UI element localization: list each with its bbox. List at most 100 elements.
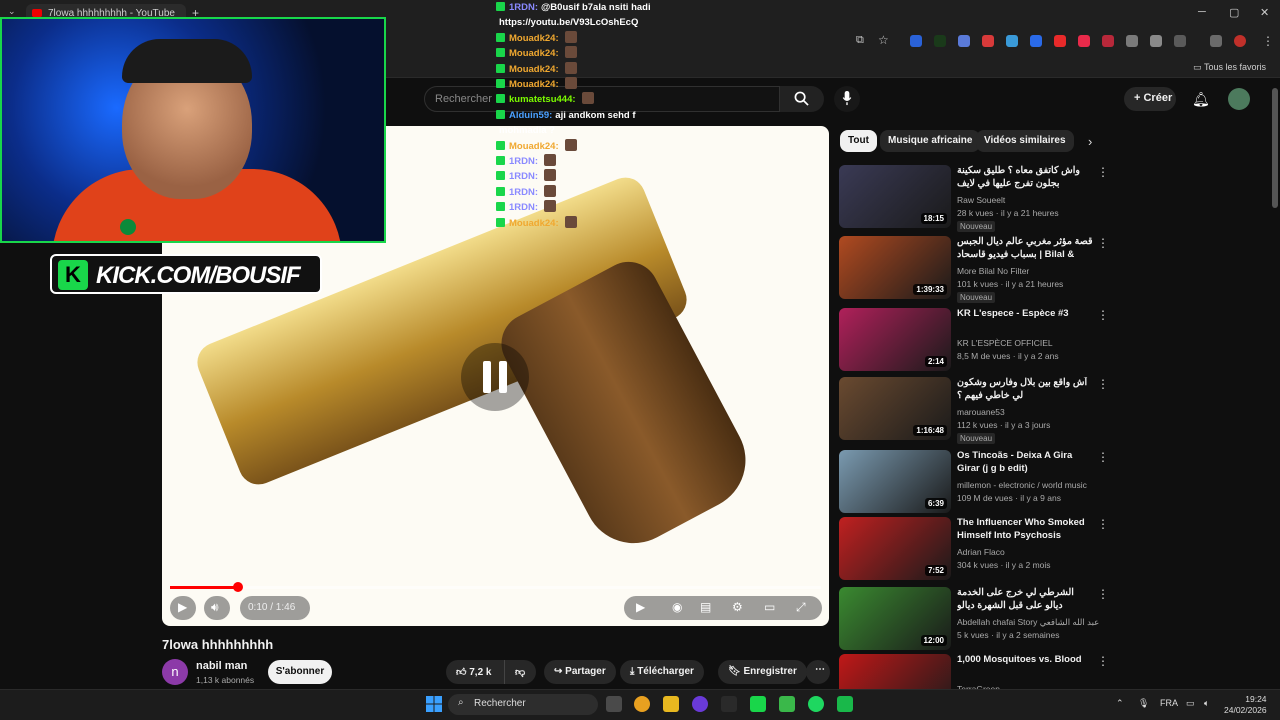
close-icon[interactable]: ✕ — [1260, 6, 1269, 19]
more-options-icon[interactable]: ⋮ — [1097, 587, 1109, 601]
spotify-icon[interactable] — [808, 696, 824, 712]
video-thumbnail[interactable]: 2:14 — [839, 308, 951, 371]
more-actions-button[interactable]: ⋯ — [806, 660, 830, 684]
tray-microphone-icon[interactable]: 🎙︎ — [1138, 698, 1149, 709]
extension-icon[interactable] — [958, 35, 970, 47]
voice-search-button[interactable] — [834, 86, 860, 112]
extension-icon[interactable] — [934, 35, 946, 47]
more-options-icon[interactable]: ⋮ — [1097, 654, 1109, 668]
chrome-icon[interactable] — [634, 696, 650, 712]
recommended-video[interactable]: 1:16:48 آش واقع بين بلال وفارس وشكون لي خ… — [839, 377, 1109, 444]
dislike-button[interactable]: 👎︎ — [504, 660, 536, 684]
recommended-video-title[interactable]: 1,000 Mosquitoes vs. Blood — [957, 654, 1093, 667]
recommended-video-title[interactable]: الشرطي لي خرج على الخدمة ديالو على قبل ا… — [957, 587, 1093, 612]
restore-icon[interactable]: ▢ — [1229, 6, 1239, 19]
recommended-video[interactable]: 2:14 KR L'espece - Espèce #3 KR L'ESPÈCE O… — [839, 308, 1109, 374]
chip-similar-videos[interactable]: Vidéos similaires — [976, 130, 1074, 152]
shield-icon[interactable] — [1150, 35, 1162, 47]
chip-all[interactable]: Tout — [840, 130, 877, 152]
miniplayer-play-icon[interactable]: ▶ — [636, 600, 645, 614]
recommended-video[interactable]: 1:39:33 قصة مؤثر مغربي عالم ديال الجبس بس… — [839, 236, 1109, 303]
extension-icon[interactable] — [1078, 35, 1090, 47]
app-icon[interactable] — [692, 696, 708, 712]
save-button[interactable]: 🔖︎ Enregistrer — [718, 660, 807, 684]
settings-gear-icon[interactable]: ⚙ — [732, 600, 743, 614]
tab-list-icon[interactable]: ⌄ — [8, 6, 16, 17]
recommended-video[interactable]: 18:15 واش كاتفق معاه ؟ طليق سكينة بجلون ت… — [839, 165, 1109, 232]
recommended-video[interactable]: 12:00 الشرطي لي خرج على الخدمة ديالو على … — [839, 587, 1109, 653]
taskbar-clock[interactable]: 19:24 24/02/2026 — [1224, 694, 1267, 716]
more-options-icon[interactable]: ⋮ — [1097, 165, 1109, 179]
video-thumbnail[interactable]: 1:39:33 — [839, 236, 951, 299]
recommended-channel[interactable]: More Bilal No Filter — [957, 266, 1029, 276]
app-icon[interactable] — [779, 696, 795, 712]
network-icon[interactable]: ▭ — [1186, 698, 1195, 709]
more-options-icon[interactable]: ⋮ — [1097, 236, 1109, 250]
windows-start-icon[interactable] — [426, 696, 442, 712]
more-options-icon[interactable]: ⋮ — [1097, 377, 1109, 391]
tray-chevron-up-icon[interactable]: ⌃ — [1116, 698, 1124, 709]
subtitles-icon[interactable]: ▤ — [700, 600, 711, 614]
video-thumbnail[interactable]: 7:52 — [839, 517, 951, 580]
recommended-channel[interactable]: Raw Soueelt — [957, 195, 1005, 205]
recommended-channel[interactable]: millemon - electronic / world music — [957, 480, 1087, 490]
extension-icon[interactable] — [1102, 35, 1114, 47]
video-thumbnail[interactable]: 12:00 — [839, 587, 951, 650]
video-thumbnail[interactable]: 18:15 — [839, 165, 951, 228]
page-scrollbar[interactable] — [1272, 88, 1278, 208]
recommended-video[interactable]: 6:39 Os Tincoãs - Deixa A Gira Girar (j g… — [839, 450, 1109, 516]
scrubber-handle[interactable] — [233, 582, 243, 592]
language-indicator[interactable]: FRA — [1160, 698, 1178, 708]
account-avatar[interactable] — [1228, 88, 1250, 110]
recommended-channel[interactable]: Adrian Flaco — [957, 547, 1005, 557]
recommended-video-title[interactable]: The Influencer Who Smoked Himself Into P… — [957, 517, 1093, 542]
recommended-video-title[interactable]: KR L'espece - Espèce #3 — [957, 308, 1093, 321]
theater-mode-icon[interactable]: ▭ — [764, 600, 775, 614]
fullscreen-icon[interactable]: ⤢ — [796, 600, 806, 615]
subscribe-button[interactable]: S'abonner — [268, 660, 332, 684]
video-thumbnail[interactable]: 6:39 — [839, 450, 951, 513]
extension-icon[interactable] — [1030, 35, 1042, 47]
center-pause-button[interactable] — [461, 343, 529, 411]
puzzle-icon[interactable] — [1174, 35, 1186, 47]
channel-name[interactable]: nabil man — [196, 660, 247, 672]
progress-bar[interactable] — [170, 586, 821, 589]
kebab-menu-icon[interactable]: ⋮ — [1262, 34, 1274, 48]
speaker-icon[interactable]: 🔈︎ — [1204, 698, 1209, 709]
video-thumbnail[interactable]: 1:16:48 — [839, 377, 951, 440]
notifications-bell-icon[interactable]: 🔔︎ — [1192, 91, 1210, 108]
autoplay-toggle-icon[interactable]: ◉ — [672, 600, 682, 614]
install-app-icon[interactable]: ⧉ — [856, 34, 864, 47]
file-explorer-icon[interactable] — [663, 696, 679, 712]
extension-icon[interactable] — [1054, 35, 1066, 47]
chevron-right-icon[interactable]: › — [1088, 134, 1092, 149]
minimize-icon[interactable]: ─ — [1198, 6, 1206, 18]
share-button[interactable]: ↪ Partager — [544, 660, 616, 684]
recommended-channel[interactable]: marouane53 — [957, 407, 1005, 417]
download-button[interactable]: ⤓ Télécharger — [620, 660, 704, 684]
extension-icon[interactable] — [910, 35, 922, 47]
more-options-icon[interactable]: ⋮ — [1097, 450, 1109, 464]
recommended-channel[interactable]: KR L'ESPÈCE OFFICIEL — [957, 338, 1053, 348]
chip-african-music[interactable]: Musique africaine — [880, 130, 981, 152]
extension-icon[interactable] — [1126, 35, 1138, 47]
search-button[interactable] — [780, 86, 824, 112]
task-view-icon[interactable] — [606, 696, 622, 712]
extension-icon[interactable] — [982, 35, 994, 47]
recommended-video-title[interactable]: آش واقع بين بلال وفارس وشكون لي خاطي فيه… — [957, 377, 1093, 402]
channel-avatar[interactable]: n — [162, 659, 188, 685]
app-icon[interactable] — [837, 696, 853, 712]
recommended-video-title[interactable]: واش كاتفق معاه ؟ طليق سكينة بجلون تفرج ع… — [957, 165, 1093, 190]
extension-icon[interactable] — [1006, 35, 1018, 47]
recommended-video-title[interactable]: Os Tincoãs - Deixa A Gira Girar (j g b e… — [957, 450, 1093, 475]
taskbar-search[interactable]: ⌕ Rechercher — [448, 694, 598, 715]
recommended-video-title[interactable]: قصة مؤثر مغربي عالم ديال الجبس بسباب فيد… — [957, 236, 1093, 262]
more-options-icon[interactable]: ⋮ — [1097, 308, 1109, 322]
more-options-icon[interactable]: ⋮ — [1097, 517, 1109, 531]
recommended-video[interactable]: 7:52 The Influencer Who Smoked Himself In… — [839, 517, 1109, 583]
recommended-channel[interactable]: Abdellah chafai Story عبد الله الشافعي — [957, 617, 1099, 628]
bookmark-star-icon[interactable]: ☆ — [878, 33, 889, 47]
all-bookmarks-button[interactable]: ▭ Tous les favoris — [1193, 62, 1266, 73]
app-icon[interactable] — [721, 696, 737, 712]
create-button[interactable]: + Créer — [1124, 87, 1176, 111]
